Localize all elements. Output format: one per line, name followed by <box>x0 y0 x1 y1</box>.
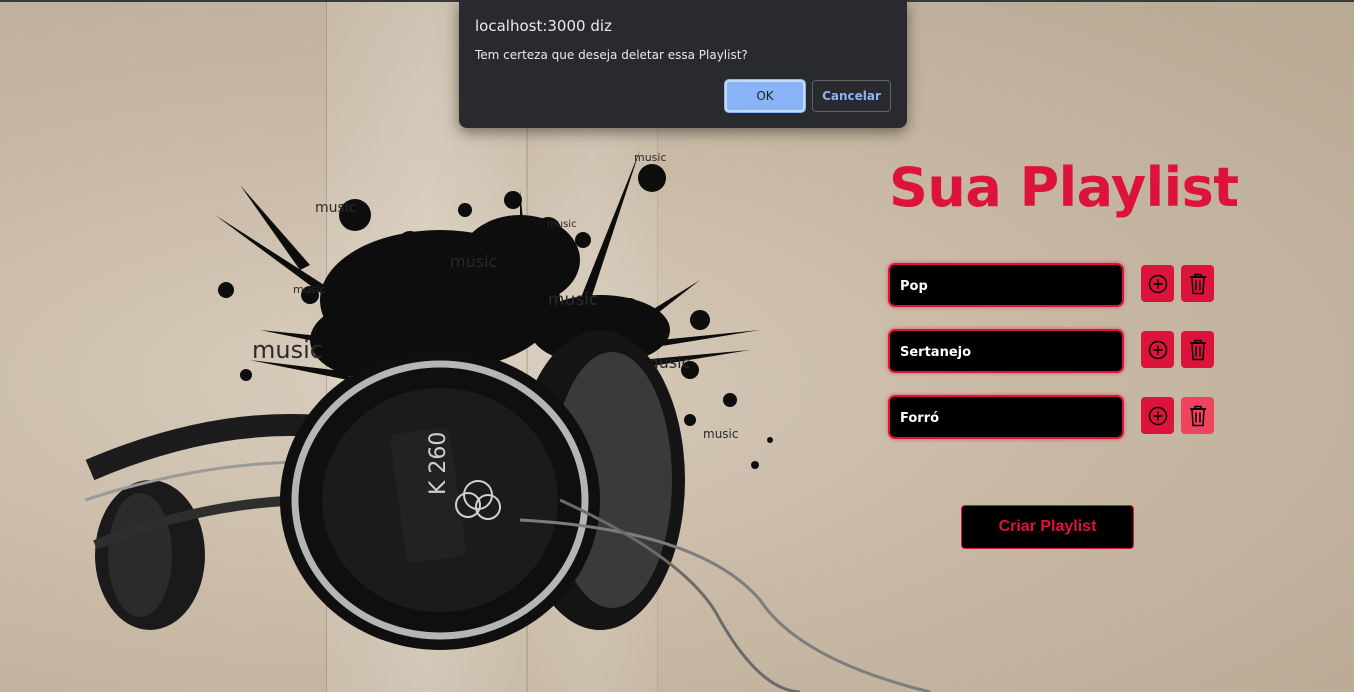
trash-icon <box>1189 405 1206 426</box>
music-word: music <box>634 151 667 164</box>
plus-circle-icon <box>1148 406 1167 425</box>
delete-playlist-button[interactable] <box>1181 265 1214 302</box>
music-word: music <box>252 336 323 364</box>
playlist-name[interactable]: Forró <box>888 395 1124 439</box>
delete-playlist-button[interactable] <box>1181 397 1214 434</box>
plus-circle-icon <box>1148 340 1167 359</box>
dialog-origin: localhost:3000 diz <box>475 17 612 35</box>
trash-icon <box>1189 339 1206 360</box>
add-song-button[interactable] <box>1141 331 1174 368</box>
ok-button[interactable]: OK <box>725 80 805 112</box>
music-word: music <box>293 283 326 296</box>
add-song-button[interactable] <box>1141 397 1174 434</box>
confirm-dialog: localhost:3000 diz Tem certeza que desej… <box>459 0 907 128</box>
delete-playlist-button[interactable] <box>1181 331 1214 368</box>
create-playlist-button[interactable]: Criar Playlist <box>961 505 1134 549</box>
playlist-name[interactable]: Pop <box>888 263 1124 307</box>
trash-icon <box>1189 273 1206 294</box>
add-song-button[interactable] <box>1141 265 1174 302</box>
playlist-name[interactable]: Sertanejo <box>888 329 1124 373</box>
music-word: music <box>548 290 598 310</box>
music-word: music <box>703 427 738 441</box>
music-word: music <box>315 200 356 216</box>
music-word: music <box>547 219 577 230</box>
cancel-button[interactable]: Cancelar <box>812 80 891 112</box>
page-title: Sua Playlist <box>889 156 1239 219</box>
dialog-message: Tem certeza que deseja deletar essa Play… <box>475 48 748 62</box>
headphone-model-label: K 260 <box>426 432 451 495</box>
music-word: music <box>450 252 497 271</box>
plus-circle-icon <box>1148 274 1167 293</box>
